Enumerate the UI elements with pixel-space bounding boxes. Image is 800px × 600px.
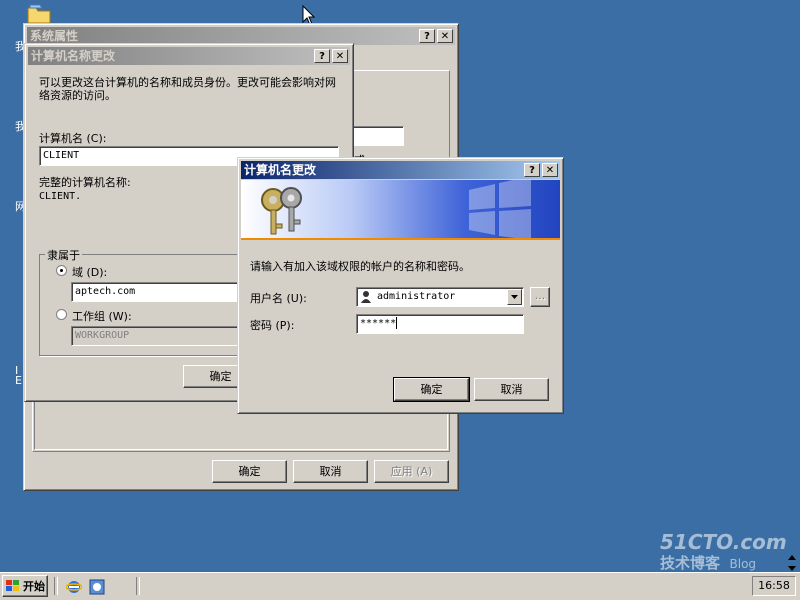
computer-name-changes-titlebar[interactable]: 计算机名称更改 ? ✕ [28,47,350,65]
watermark-line: Blog [729,557,757,571]
keys-icon [261,187,302,235]
cancel-button[interactable]: 取消 [293,460,368,483]
toolbar-divider [136,577,140,595]
toolbar-divider [54,577,58,595]
apply-button[interactable]: 应用 (A) [374,460,449,483]
internet-explorer-icon[interactable] [65,579,83,595]
close-button[interactable]: ✕ [332,49,348,63]
password-value: ****** [360,318,397,329]
computer-name-label: 计算机名 (C): [39,132,107,145]
username-label: 用户名 (U): [250,292,307,305]
start-button[interactable]: 开始 [2,575,48,597]
workgroup-label: 工作组 (W): [72,310,132,323]
domain-label: 域 (D): [72,266,108,279]
desktop-folder-icon[interactable] [26,2,52,24]
computer-description-field[interactable] [352,126,404,146]
window-title: 计算机名更改 [244,163,317,177]
text-caret [396,317,398,329]
windows-flag-icon [469,180,531,238]
full-computer-name-value: CLIENT. [39,191,82,202]
desktop-label-fragment: E [15,374,22,387]
help-button[interactable]: ? [314,49,330,63]
credentials-dialog: 计算机名更改 ? ✕ 请输入有加入该域权限的帐户的名称和密码。 用户名 (U):… [237,157,564,414]
cancel-button[interactable]: 取消 [474,378,549,401]
system-tray: 16:58 [752,576,796,596]
username-combobox[interactable]: administrator [356,287,524,307]
prompt-text: 请输入有加入该域权限的帐户的名称和密码。 [250,260,470,273]
ok-button[interactable]: 确定 [393,377,470,402]
workgroup-input[interactable]: WORKGROUP [71,326,261,346]
ok-button[interactable]: 确定 [212,460,287,483]
watermark-line: 51CTO.com [660,530,787,554]
window-title: 计算机名称更改 [31,49,116,63]
username-value: administrator [377,291,456,302]
server-manager-icon[interactable] [89,579,105,595]
user-icon [360,290,372,303]
help-button[interactable]: ? [524,163,540,177]
password-input[interactable]: ****** [356,314,524,334]
member-of-legend: 隶属于 [45,247,82,263]
domain-input[interactable]: aptech.com [71,282,261,302]
keys-banner [241,180,560,240]
clock[interactable]: 16:58 [758,579,790,592]
chevron-down-icon[interactable] [507,289,522,305]
watermark-line: 技术博客 [660,554,721,572]
start-label: 开始 [23,580,45,593]
browse-button[interactable]: ... [530,287,550,307]
window-title: 系统属性 [30,29,79,43]
full-computer-name-label: 完整的计算机名称: [39,176,131,189]
password-label: 密码 (P): [250,319,295,332]
help-button[interactable]: ? [419,29,435,43]
credentials-titlebar[interactable]: 计算机名更改 ? ✕ [241,161,560,179]
workgroup-radio[interactable] [56,309,67,320]
close-button[interactable]: ✕ [437,29,453,43]
description-text: 可以更改这台计算机的名称和成员身份。更改可能会影响对网络资源的访问。 [39,76,336,102]
windows-logo-icon [6,580,19,591]
taskbar: 开始 16:58 [0,572,800,600]
close-button[interactable]: ✕ [542,163,558,177]
domain-radio[interactable] [56,265,67,276]
